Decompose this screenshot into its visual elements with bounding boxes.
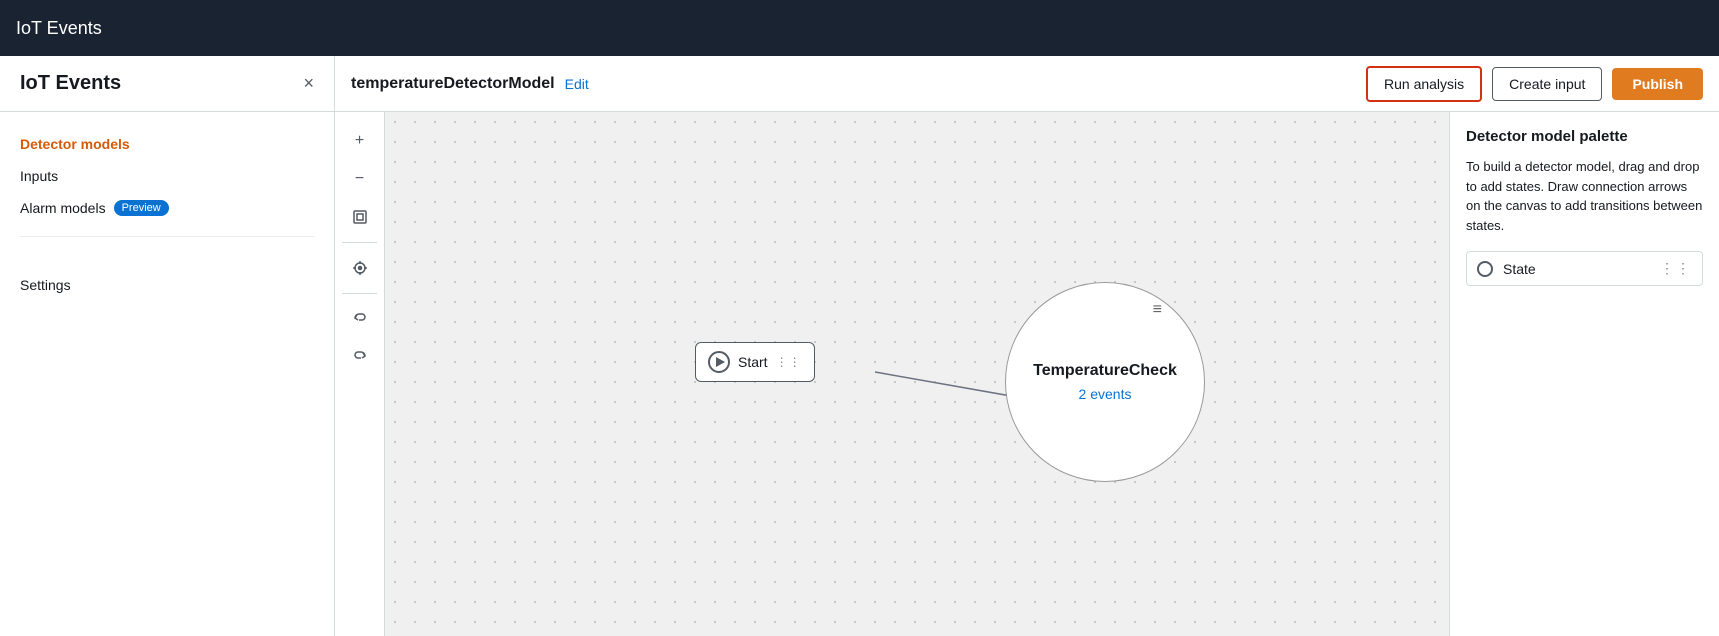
top-bar: IoT Events xyxy=(0,0,1719,56)
sidebar-item-detector-models[interactable]: Detector models xyxy=(20,128,314,160)
toolbar: + − xyxy=(335,112,385,636)
content: temperatureDetectorModel Edit Run analys… xyxy=(335,56,1719,636)
state-node[interactable]: ≡ TemperatureCheck 2 events xyxy=(1005,282,1205,482)
sidebar-header: IoT Events × xyxy=(0,72,334,112)
undo-button[interactable] xyxy=(343,302,377,336)
sidebar-item-alarm-models[interactable]: Alarm models Preview xyxy=(20,192,314,224)
start-node[interactable]: Start ⋮⋮ xyxy=(695,342,815,382)
panel-description: To build a detector model, drag and drop… xyxy=(1466,157,1703,235)
fit-button[interactable] xyxy=(343,200,377,234)
connection-arrow xyxy=(385,112,1449,636)
palette-state-handle-icon: ⋮⋮ xyxy=(1660,260,1692,277)
nav-settings-section: Settings xyxy=(0,249,334,301)
right-panel: Detector model palette To build a detect… xyxy=(1449,112,1719,636)
canvas-area: + − xyxy=(335,112,1719,636)
state-node-menu-icon[interactable]: ≡ xyxy=(1153,301,1164,319)
edit-link[interactable]: Edit xyxy=(565,76,589,92)
toolbar-divider xyxy=(342,242,376,243)
nav-section: Detector models Inputs Alarm models Prev… xyxy=(0,112,334,224)
sidebar-item-settings[interactable]: Settings xyxy=(20,269,314,301)
model-name-section: temperatureDetectorModel Edit xyxy=(351,75,589,93)
model-name: temperatureDetectorModel xyxy=(351,75,555,93)
panel-title: Detector model palette xyxy=(1466,128,1703,145)
palette-state-item[interactable]: State ⋮⋮ xyxy=(1466,251,1703,286)
start-node-label: Start xyxy=(738,354,768,370)
canvas[interactable]: Start ⋮⋮ ≡ TemperatureCheck 2 events xyxy=(385,112,1449,636)
nav-divider xyxy=(20,236,314,237)
preview-badge: Preview xyxy=(114,200,169,216)
state-node-name: TemperatureCheck xyxy=(1033,362,1177,380)
create-input-button[interactable]: Create input xyxy=(1492,67,1602,101)
palette-state-radio-icon xyxy=(1477,261,1493,277)
app-title-topbar: IoT Events xyxy=(16,18,102,39)
main-layout: IoT Events × Detector models Inputs Alar… xyxy=(0,56,1719,636)
target-button[interactable] xyxy=(343,251,377,285)
header-buttons: Run analysis Create input Publish xyxy=(1366,66,1703,102)
palette-state-label: State xyxy=(1503,261,1650,277)
publish-button[interactable]: Publish xyxy=(1612,68,1703,100)
sidebar: IoT Events × Detector models Inputs Alar… xyxy=(0,56,335,636)
run-analysis-button[interactable]: Run analysis xyxy=(1366,66,1482,102)
sidebar-item-inputs[interactable]: Inputs xyxy=(20,160,314,192)
start-icon xyxy=(708,351,730,373)
state-node-events[interactable]: 2 events xyxy=(1079,386,1132,402)
redo-button[interactable] xyxy=(343,340,377,374)
content-header: temperatureDetectorModel Edit Run analys… xyxy=(335,56,1719,112)
zoom-in-button[interactable]: + xyxy=(343,124,377,158)
sidebar-close-button[interactable]: × xyxy=(303,73,314,94)
start-node-handle: ⋮⋮ xyxy=(776,355,802,369)
zoom-out-button[interactable]: − xyxy=(343,162,377,196)
toolbar-divider-2 xyxy=(342,293,376,294)
sidebar-app-title: IoT Events xyxy=(20,72,121,95)
